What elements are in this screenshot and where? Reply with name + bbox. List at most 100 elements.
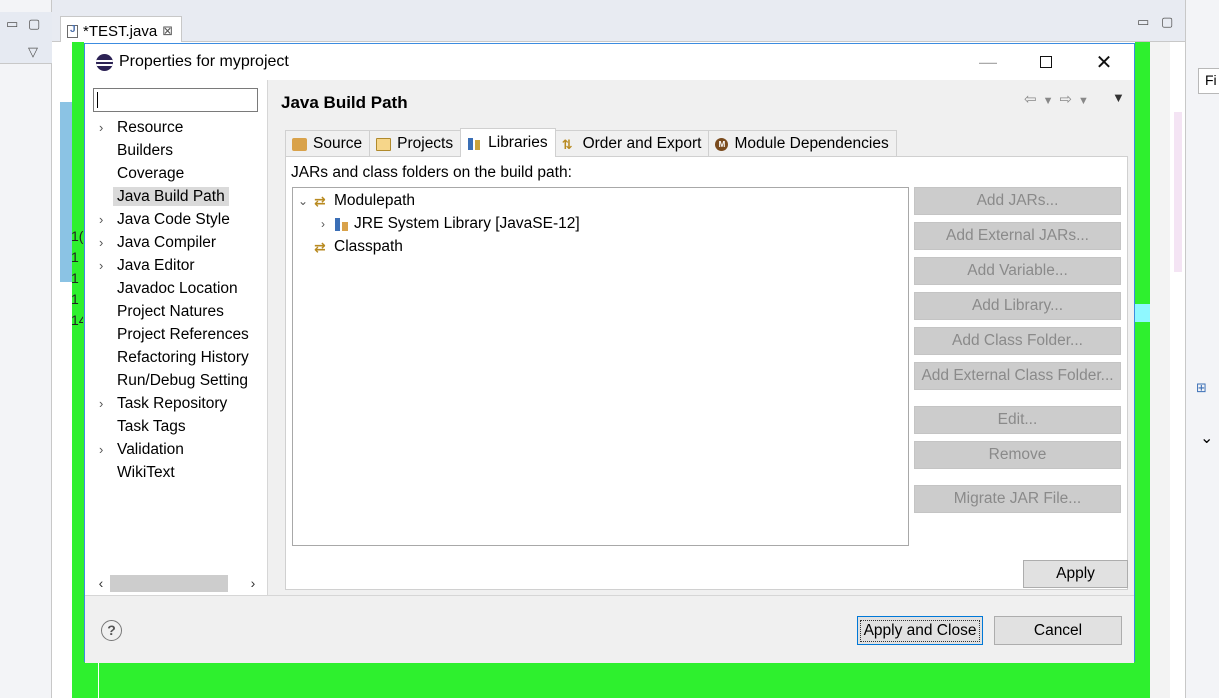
- apply-and-close-button[interactable]: Apply and Close: [857, 616, 983, 645]
- editor-tab-test-java[interactable]: *TEST.java ⊠: [60, 16, 183, 42]
- history-nav: ⇦▼⇨▼: [1024, 90, 1095, 108]
- ruler-highlight: [1174, 112, 1182, 272]
- editor-tab-label: *TEST.java: [83, 22, 158, 40]
- editor-scrollbar[interactable]: [1150, 42, 1170, 698]
- maximize-button[interactable]: [1017, 44, 1075, 80]
- editor-minimize-icon[interactable]: ▭: [1137, 14, 1149, 30]
- tree-node-classpath[interactable]: ⇄ Classpath: [297, 236, 403, 258]
- nav-item-label: Resource: [117, 119, 184, 136]
- nav-item-run-debug-setting[interactable]: Run/Debug Setting: [85, 369, 268, 392]
- green-highlight-left: [72, 42, 84, 698]
- chevron-right-icon[interactable]: ›: [99, 392, 103, 415]
- scroll-right-icon[interactable]: ›: [244, 575, 262, 591]
- add-library-button[interactable]: Add Library...: [914, 292, 1121, 320]
- line-number: 1: [71, 291, 79, 307]
- nav-item-label: Java Compiler: [117, 234, 217, 251]
- nav-item-label: Javadoc Location: [117, 280, 238, 297]
- projects-icon: [376, 137, 392, 151]
- tab-module-dependencies[interactable]: M Module Dependencies: [708, 130, 897, 157]
- view-menu-icon[interactable]: ▽: [28, 44, 38, 60]
- chevron-right-icon[interactable]: ›: [99, 438, 103, 461]
- help-icon[interactable]: ?: [101, 620, 122, 641]
- green-highlight-right: [1135, 42, 1150, 698]
- nav-item-builders[interactable]: Builders: [85, 139, 268, 162]
- nav-item-java-compiler[interactable]: › Java Compiler: [85, 231, 268, 254]
- build-path-tabs: Source Projects Libraries ⇅ Order and Ex…: [285, 128, 897, 157]
- nav-item-label: Java Build Path: [113, 187, 229, 206]
- nav-item-javadoc-location[interactable]: Javadoc Location: [85, 277, 268, 300]
- classpath-container-icon: ⇄: [314, 193, 326, 209]
- nav-horizontal-scrollbar[interactable]: ‹ ›: [92, 574, 262, 592]
- chevron-right-icon[interactable]: ›: [99, 254, 103, 277]
- minimize-button[interactable]: —: [959, 44, 1017, 80]
- minimize-icon[interactable]: ▭: [6, 16, 18, 32]
- tab-projects[interactable]: Projects: [369, 130, 462, 157]
- build-path-tree[interactable]: ⌄ ⇄ Modulepath › JRE System Library [Jav…: [292, 187, 909, 546]
- back-arrow-icon[interactable]: ⇦: [1024, 91, 1043, 108]
- back-menu-icon[interactable]: ▼: [1043, 95, 1060, 107]
- maximize-icon[interactable]: ▢: [28, 16, 40, 32]
- edit-button[interactable]: Edit...: [914, 406, 1121, 434]
- ide-left-panel: ▭ ▢ ▽: [0, 0, 52, 698]
- add-jars-button[interactable]: Add JARs...: [914, 187, 1121, 215]
- tab-label: Source: [313, 135, 363, 152]
- nav-item-project-references[interactable]: Project References: [85, 323, 268, 346]
- tab-source[interactable]: Source: [285, 130, 371, 157]
- page-title: Java Build Path: [281, 93, 408, 112]
- nav-item-java-code-style[interactable]: › Java Code Style: [85, 208, 268, 231]
- remove-button[interactable]: Remove: [914, 441, 1121, 469]
- apply-button[interactable]: Apply: [1023, 560, 1128, 588]
- outline-icon[interactable]: ⊞: [1196, 380, 1207, 396]
- nav-item-resource[interactable]: › Resource: [85, 116, 268, 139]
- nav-item-validation[interactable]: › Validation: [85, 438, 268, 461]
- ide-right-panel: Fi ⊞ ⌄: [1174, 0, 1219, 698]
- view-menu-icon[interactable]: ▼: [1112, 90, 1125, 105]
- tree-node-modulepath[interactable]: ⌄ ⇄ Modulepath: [297, 190, 415, 212]
- tab-order-and-export[interactable]: ⇅ Order and Export: [554, 130, 710, 157]
- overview-ruler-marker: [1135, 304, 1150, 322]
- nav-item-java-editor[interactable]: › Java Editor: [85, 254, 268, 277]
- chevron-down-icon[interactable]: ⌄: [1200, 428, 1213, 448]
- add-class-folder-button[interactable]: Add Class Folder...: [914, 327, 1121, 355]
- tree-node-label: Classpath: [334, 238, 403, 255]
- tree-node-label: Modulepath: [334, 192, 416, 209]
- dialog-titlebar[interactable]: Properties for myproject — ✕: [85, 44, 1134, 80]
- cancel-button[interactable]: Cancel: [994, 616, 1122, 645]
- nav-item-task-tags[interactable]: Task Tags: [85, 415, 268, 438]
- add-variable-button[interactable]: Add Variable...: [914, 257, 1121, 285]
- scrollbar-thumb[interactable]: [110, 574, 228, 592]
- forward-arrow-icon[interactable]: ⇨: [1059, 91, 1078, 108]
- chevron-right-icon[interactable]: ›: [317, 213, 329, 235]
- chevron-down-icon[interactable]: ⌄: [297, 190, 309, 212]
- nav-item-coverage[interactable]: Coverage: [85, 162, 268, 185]
- tab-libraries[interactable]: Libraries: [460, 128, 556, 157]
- nav-item-project-natures[interactable]: Project Natures: [85, 300, 268, 323]
- nav-item-label: Java Code Style: [117, 211, 230, 228]
- properties-nav: › Resource Builders Coverage Java Build P…: [85, 80, 268, 595]
- classpath-container-icon: ⇄: [314, 239, 326, 255]
- editor-guide-line: [98, 662, 99, 698]
- eclipse-icon: [96, 54, 113, 71]
- chevron-right-icon[interactable]: ›: [99, 208, 103, 231]
- editor-tab-bar: *TEST.java ⊠ ▭ ▢: [52, 12, 1185, 42]
- panel-label: JARs and class folders on the build path…: [291, 164, 572, 181]
- nav-item-refactoring-history[interactable]: Refactoring History: [85, 346, 268, 369]
- nav-item-java-build-path[interactable]: Java Build Path: [85, 185, 268, 208]
- close-tab-icon[interactable]: ⊠: [162, 23, 173, 39]
- add-external-jars-button[interactable]: Add External JARs...: [914, 222, 1121, 250]
- chevron-right-icon[interactable]: ›: [99, 116, 103, 139]
- libraries-icon: [467, 137, 482, 150]
- close-button[interactable]: ✕: [1075, 44, 1133, 80]
- forward-menu-icon[interactable]: ▼: [1078, 95, 1095, 107]
- editor-maximize-icon[interactable]: ▢: [1161, 14, 1173, 30]
- chevron-right-icon[interactable]: ›: [99, 231, 103, 254]
- source-icon: [292, 137, 307, 151]
- tree-node-jre-system-library[interactable]: › JRE System Library [JavaSE-12]: [317, 213, 580, 235]
- add-external-class-folder-button[interactable]: Add External Class Folder...: [914, 362, 1121, 390]
- find-input[interactable]: Fi: [1198, 68, 1219, 94]
- migrate-jar-button[interactable]: Migrate JAR File...: [914, 485, 1121, 513]
- nav-item-wikitext[interactable]: WikiText: [85, 461, 268, 484]
- scroll-left-icon[interactable]: ‹: [92, 575, 110, 591]
- filter-input[interactable]: [93, 88, 258, 112]
- nav-item-task-repository[interactable]: › Task Repository: [85, 392, 268, 415]
